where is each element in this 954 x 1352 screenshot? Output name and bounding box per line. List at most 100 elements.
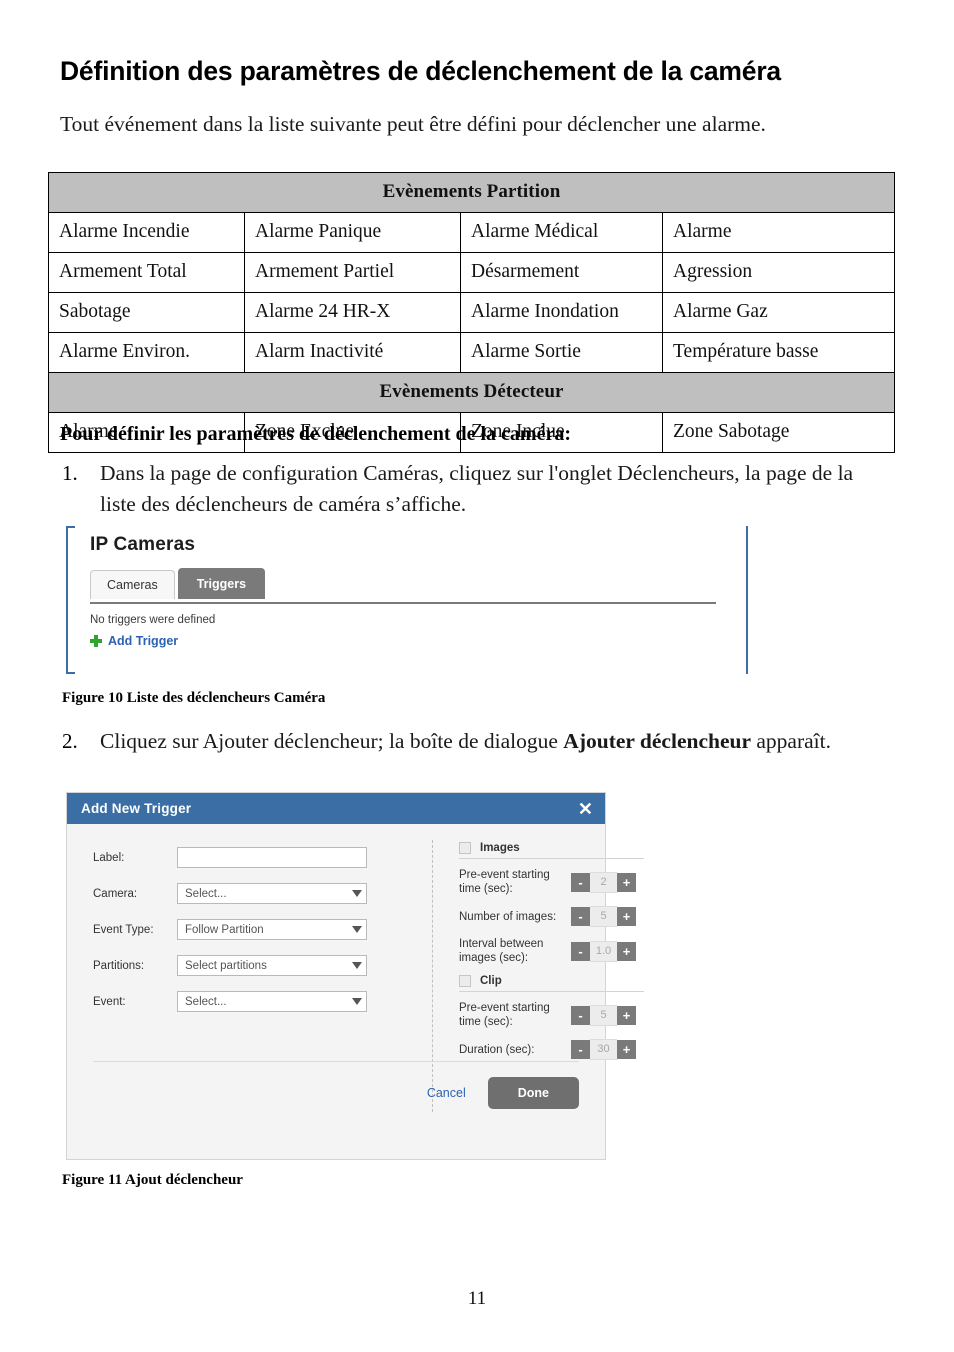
images-group-label: Images [480,842,520,854]
dialog-title: Add New Trigger [81,801,192,816]
section-header-label: Evènements Partition [47,172,896,213]
tab-underline [90,602,716,604]
table-cell: Armement Partiel [244,252,461,293]
page-number: 11 [467,1288,487,1309]
tab-cameras[interactable]: Cameras [90,570,175,599]
label-field-label: Label: [93,851,125,864]
form-row-camera: Camera: Select... [93,882,423,905]
document-page: Définition des paramètres de déclencheme… [0,0,954,1352]
increment-button[interactable]: + [617,1040,636,1059]
number-of-images-label: Number of images: [459,910,557,923]
clip-group-header[interactable]: Clip [459,975,584,987]
increment-button[interactable]: + [617,872,636,892]
table-row: Armement Total Armement Partiel Désarmem… [48,252,896,293]
ip-cameras-tabs: Cameras Triggers [90,568,266,599]
table-section-header-partition: Evènements Partition [47,172,896,213]
decrement-button[interactable]: - [571,941,590,961]
decrement-button[interactable]: - [571,907,590,926]
close-icon[interactable]: ✕ [578,800,593,818]
decrement-button[interactable]: - [571,872,590,892]
images-checkbox[interactable] [459,842,471,854]
chevron-down-icon [352,890,362,897]
camera-select-value: Select... [185,887,227,900]
dialog-form-left: Label: Camera: Select... Event Type: Fol… [93,846,423,1026]
interval-between-images-row: Interval between images (sec): - 1.0 + [459,937,644,965]
partitions-select[interactable]: Select partitions [177,955,367,976]
tab-triggers[interactable]: Triggers [177,568,266,599]
interval-between-images-value[interactable]: 1.0 [590,940,617,962]
done-button[interactable]: Done [487,1077,579,1109]
plus-icon [90,635,102,647]
step-number: 2. [62,729,78,753]
event-select[interactable]: Select... [177,991,367,1012]
images-pre-event-row: Pre-event starting time (sec): - 2 + [459,868,644,896]
images-pre-event-label: Pre-event starting time (sec): [459,869,550,895]
clip-duration-stepper: - 30 + [571,1039,636,1060]
dialog-form-right: Images Pre-event starting time (sec): - … [459,842,644,1070]
number-of-images-stepper: - 5 + [571,906,636,927]
table-cell: Température basse [661,332,896,373]
table-row: Alarme Environ. Alarm Inactivité Alarme … [48,332,896,373]
form-row-event: Event: Select... [93,990,423,1013]
label-input[interactable] [177,847,367,868]
table-cell: Alarme Médical [460,212,663,253]
increment-button[interactable]: + [617,1005,636,1025]
figure-frame-right [746,526,748,674]
step-text: Cliquez sur Ajouter déclencheur; la boît… [100,726,831,757]
table-cell: Alarme [661,212,896,253]
number-of-images-value[interactable]: 5 [590,906,617,927]
form-row-event-type: Event Type: Follow Partition [93,918,423,941]
add-new-trigger-dialog: Add New Trigger ✕ Label: Camera: Select.… [66,792,644,1160]
clip-duration-label: Duration (sec): [459,1043,535,1056]
table-section-header-detecteur: Evènements Détecteur [47,372,896,413]
event-select-value: Select... [185,995,227,1008]
table-cell: Alarme Panique [244,212,461,253]
ip-cameras-heading: IP Cameras [90,534,196,555]
events-table: Evènements Partition Alarme Incendie Ala… [47,172,896,453]
table-row: Alarme Incendie Alarme Panique Alarme Mé… [48,212,896,253]
add-trigger-label: Add Trigger [108,634,179,648]
number-of-images-row: Number of images: - 5 + [459,906,644,927]
table-cell: Alarme 24 HR-X [244,292,461,333]
clip-pre-event-label: Pre-event starting time (sec): [459,1002,550,1028]
table-row: Sabotage Alarme 24 HR-X Alarme Inondatio… [48,292,896,333]
table-cell: Alarme Inondation [460,292,663,333]
interval-between-images-label: Interval between images (sec): [459,938,544,964]
increment-button[interactable]: + [617,907,636,926]
add-trigger-button[interactable]: Add Trigger [90,634,178,648]
event-field-label: Event: [93,995,126,1008]
no-triggers-message: No triggers were defined [90,614,216,626]
chevron-down-icon [352,962,362,969]
images-group-header[interactable]: Images [459,842,584,854]
section-header-label: Evènements Détecteur [47,372,896,413]
step-number: 1. [62,461,78,485]
table-cell: Sabotage [48,292,245,333]
table-cell: Alarme Gaz [661,292,896,333]
increment-button[interactable]: + [617,941,636,961]
event-type-select[interactable]: Follow Partition [177,919,367,940]
form-row-partitions: Partitions: Select partitions [93,954,423,977]
cancel-button[interactable]: Cancel [427,1086,466,1100]
dialog-titlebar: Add New Trigger ✕ [67,793,605,824]
intro-paragraph: Tout événement dans la liste suivante pe… [60,112,766,136]
decrement-button[interactable]: - [571,1040,590,1059]
clip-pre-event-value[interactable]: 5 [590,1004,617,1026]
images-pre-event-value[interactable]: 2 [590,871,617,893]
table-cell: Alarme Environ. [48,332,245,373]
figure-10-screenshot: IP Cameras Cameras Triggers No triggers … [66,526,748,674]
partitions-select-value: Select partitions [185,959,267,972]
camera-select[interactable]: Select... [177,883,367,904]
clip-duration-value[interactable]: 30 [590,1039,617,1060]
figure-10-caption: Figure 10 Liste des déclencheurs Caméra [62,690,326,706]
step-text: Dans la page de configuration Caméras, c… [100,461,854,516]
clip-checkbox[interactable] [459,975,471,987]
figure-frame-corner-bottom-left [66,672,75,674]
dialog-body: Label: Camera: Select... Event Type: Fol… [67,824,644,1124]
procedure-lead-in: Pour définir les paramètres de déclenche… [60,423,571,445]
procedure-step-1: 1. Dans la page de configuration Caméras… [62,458,892,520]
table-cell: Armement Total [48,252,245,293]
page-title: Définition des paramètres de déclencheme… [60,56,781,86]
decrement-button[interactable]: - [571,1005,590,1025]
table-cell: Alarme Sortie [460,332,663,373]
table-cell: Agression [661,252,896,293]
